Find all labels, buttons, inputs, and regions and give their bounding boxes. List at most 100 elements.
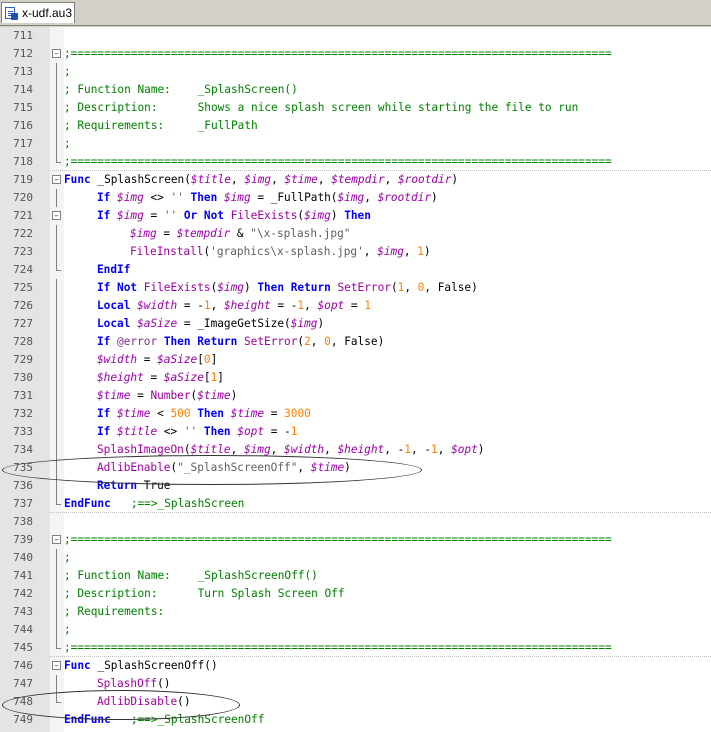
fold-toggle-icon[interactable] xyxy=(50,45,64,63)
code-line[interactable]: 742 ; Description: Turn Splash Screen Off xyxy=(0,585,711,603)
code-text: Func _SplashScreenOff() xyxy=(64,659,218,672)
line-number: 737 xyxy=(13,497,33,510)
line-number: 728 xyxy=(13,335,33,348)
code-line[interactable]: 739 ;====================================… xyxy=(0,531,711,549)
code-line[interactable]: 748 AdlibDisable() xyxy=(0,693,711,711)
fold-line xyxy=(50,441,64,459)
code-line[interactable]: 746 Func _SplashScreenOff() xyxy=(0,657,711,675)
fold-toggle-icon[interactable] xyxy=(50,531,64,549)
code-line[interactable]: 730 $height = $aSize[1] xyxy=(0,369,711,387)
line-number: 738 xyxy=(13,515,33,528)
code-text: ; xyxy=(64,551,71,564)
code-line[interactable]: 735 AdlibEnable("_SplashScreenOff", $time… xyxy=(0,459,711,477)
line-number: 735 xyxy=(13,461,33,474)
code-line[interactable]: 714 ; Function Name: _SplashScreen() xyxy=(0,81,711,99)
fold-line xyxy=(50,675,64,693)
code-line[interactable]: 740; xyxy=(0,549,711,567)
code-text: ; xyxy=(64,65,71,78)
fold-line xyxy=(50,279,64,297)
code-text: ;=======================================… xyxy=(64,641,612,654)
line-number: 727 xyxy=(13,317,33,330)
code-line[interactable]: 719 Func _SplashScreen($title, $img, $tim… xyxy=(0,171,711,189)
code-line[interactable]: 722 $img = $tempdir & "\x-splash.jpg" xyxy=(0,225,711,243)
line-number: 743 xyxy=(13,605,33,618)
code-line[interactable]: 745 ;====================================… xyxy=(0,639,711,657)
fold-toggle-icon[interactable] xyxy=(50,657,64,675)
code-line[interactable]: 729 $width = $aSize[0] xyxy=(0,351,711,369)
fold-line xyxy=(50,261,64,279)
line-number: 747 xyxy=(13,677,33,690)
code-text: ;=======================================… xyxy=(64,533,612,546)
fold-line xyxy=(50,117,64,135)
code-line[interactable]: 737 EndFunc ;==>_SplashScreen xyxy=(0,495,711,513)
code-line[interactable]: 743 ; Requirements: xyxy=(0,603,711,621)
line-number: 726 xyxy=(13,299,33,312)
code-line[interactable]: 731 $time = Number($time) xyxy=(0,387,711,405)
tab-x-udf[interactable]: x-udf.au3 xyxy=(1,2,75,23)
line-number: 746 xyxy=(13,659,33,672)
code-line[interactable]: 712 ;====================================… xyxy=(0,45,711,63)
fold-line xyxy=(50,387,64,405)
code-line[interactable]: 738 xyxy=(0,513,711,531)
fold-line xyxy=(50,153,64,171)
tab-label: x-udf.au3 xyxy=(22,6,73,20)
line-number: 740 xyxy=(13,551,33,564)
fold-line xyxy=(50,351,64,369)
fold-line xyxy=(50,639,64,657)
code-text: $time = Number($time) xyxy=(97,389,238,402)
code-text: ; Requirements: _FullPath xyxy=(64,119,258,132)
code-text: If $img = '' Or Not FileExists($img) The… xyxy=(97,209,371,222)
line-number: 749 xyxy=(13,713,33,726)
code-line[interactable]: 744; xyxy=(0,621,711,639)
code-line[interactable]: 717; xyxy=(0,135,711,153)
code-text: If Not FileExists($img) Then Return SetE… xyxy=(97,281,478,294)
code-line[interactable]: 715 ; Description: Shows a nice splash sc… xyxy=(0,99,711,117)
code-line[interactable]: 723 FileInstall('graphics\x-splash.jpg', … xyxy=(0,243,711,261)
code-line[interactable]: 747 SplashOff() xyxy=(0,675,711,693)
code-lines: 711 712 ;=================================… xyxy=(0,27,711,729)
code-line[interactable]: 736 Return True xyxy=(0,477,711,495)
code-text: If @error Then Return SetError(2, 0, Fal… xyxy=(97,335,385,348)
line-number: 730 xyxy=(13,371,33,384)
code-editor[interactable]: 711 712 ;=================================… xyxy=(0,27,711,732)
line-number: 717 xyxy=(13,137,33,150)
fold-line xyxy=(50,477,64,495)
code-text: ; xyxy=(64,623,71,636)
code-line[interactable]: 732 If $time < 500 Then $time = 3000 xyxy=(0,405,711,423)
fold-line xyxy=(50,225,64,243)
fold-line xyxy=(50,549,64,567)
fold-line xyxy=(50,369,64,387)
line-number: 711 xyxy=(13,29,33,42)
code-line[interactable]: 741 ; Function Name: _SplashScreenOff() xyxy=(0,567,711,585)
fold-toggle-icon[interactable] xyxy=(50,207,64,225)
code-line[interactable]: 713; xyxy=(0,63,711,81)
code-line[interactable]: 726 Local $width = -1, $height = -1, $opt… xyxy=(0,297,711,315)
code-line[interactable]: 749 EndFunc ;==>_SplashScreenOff xyxy=(0,711,711,729)
code-line[interactable]: 720 If $img <> '' Then $img = _FullPath($… xyxy=(0,189,711,207)
code-line[interactable]: 721 If $img = '' Or Not FileExists($img) … xyxy=(0,207,711,225)
code-text: FileInstall('graphics\x-splash.jpg', $im… xyxy=(130,245,431,258)
line-number: 723 xyxy=(13,245,33,258)
code-line[interactable]: 716 ; Requirements: _FullPath xyxy=(0,117,711,135)
fold-line xyxy=(50,711,64,729)
line-number: 731 xyxy=(13,389,33,402)
code-line[interactable]: 733 If $title <> '' Then $opt = -1 xyxy=(0,423,711,441)
code-text: If $img <> '' Then $img = _FullPath($img… xyxy=(97,191,438,204)
fold-line xyxy=(50,693,64,711)
code-text: EndFunc ;==>_SplashScreenOff xyxy=(64,713,265,726)
code-text: AdlibEnable("_SplashScreenOff", $time) xyxy=(97,461,351,474)
code-line[interactable]: 725 If Not FileExists($img) Then Return S… xyxy=(0,279,711,297)
code-line[interactable]: 734 SplashImageOn($title, $img, $width, $… xyxy=(0,441,711,459)
fold-line xyxy=(50,135,64,153)
fold-line xyxy=(50,621,64,639)
fold-toggle-icon[interactable] xyxy=(50,171,64,189)
code-line[interactable]: 724 EndIf xyxy=(0,261,711,279)
code-line[interactable]: 727 Local $aSize = _ImageGetSize($img) xyxy=(0,315,711,333)
code-line[interactable]: 728 If @error Then Return SetError(2, 0, … xyxy=(0,333,711,351)
line-number: 744 xyxy=(13,623,33,636)
fold-line xyxy=(50,567,64,585)
fold-line xyxy=(50,513,64,531)
code-line[interactable]: 711 xyxy=(0,27,711,45)
code-line[interactable]: 718 ;====================================… xyxy=(0,153,711,171)
line-number: 721 xyxy=(13,209,33,222)
